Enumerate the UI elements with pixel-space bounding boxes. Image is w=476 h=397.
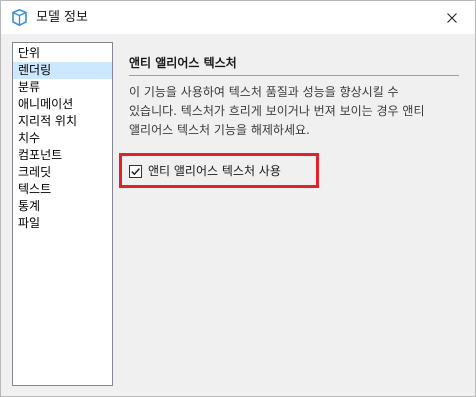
description-line: 있습니다. 텍스처가 흐리게 보이거나 번져 보이는 경우 앤티 xyxy=(129,104,425,118)
close-icon xyxy=(447,12,457,23)
sketchup-app-icon xyxy=(11,8,28,27)
checkmark-icon xyxy=(131,168,140,176)
title-bar[interactable]: 모델 정보 xyxy=(1,1,475,34)
description-line: 이 기능을 사용하여 텍스처 품질과 성능을 향상시킬 수 xyxy=(129,85,399,99)
antialias-checkbox[interactable] xyxy=(129,165,142,178)
sidebar-item[interactable]: 치수 xyxy=(13,130,112,147)
sidebar-item[interactable]: 렌더링 xyxy=(13,62,112,79)
sidebar-item[interactable]: 분류 xyxy=(13,79,112,96)
sidebar-item[interactable]: 파일 xyxy=(13,215,112,232)
sidebar-item[interactable]: 통계 xyxy=(13,198,112,215)
sidebar-item[interactable]: 텍스트 xyxy=(13,181,112,198)
section-divider xyxy=(129,75,459,76)
sidebar-item[interactable]: 지리적 위치 xyxy=(13,113,112,130)
close-button[interactable] xyxy=(429,1,475,34)
description-line: 앨리어스 텍스처 기능을 해제하세요. xyxy=(129,123,310,137)
sidebar-item[interactable]: 크레딧 xyxy=(13,164,112,181)
antialias-checkbox-row[interactable]: 앤티 앨리어스 텍스처 사용 xyxy=(129,164,281,179)
section-title: 앤티 앨리어스 텍스처 xyxy=(129,56,237,70)
section-description: 이 기능을 사용하여 텍스처 품질과 성능을 향상시킬 수 있습니다. 텍스처가… xyxy=(129,83,459,140)
model-info-dialog: 모델 정보 단위 렌더링 분류 애니메이션 지리적 위치 치수 컴포넌트 크레딧 텍스트 통계 파일… xyxy=(0,0,476,397)
sidebar-item[interactable]: 컴포넌트 xyxy=(13,147,112,164)
sidebar-item[interactable]: 단위 xyxy=(13,45,112,62)
window-title: 모델 정보 xyxy=(36,10,88,25)
category-list[interactable]: 단위 렌더링 분류 애니메이션 지리적 위치 치수 컴포넌트 크레딧 텍스트 통계 파일 xyxy=(12,42,113,386)
antialias-checkbox-label[interactable]: 앤티 앨리어스 텍스처 사용 xyxy=(148,164,281,179)
sidebar-item[interactable]: 애니메이션 xyxy=(13,96,112,113)
